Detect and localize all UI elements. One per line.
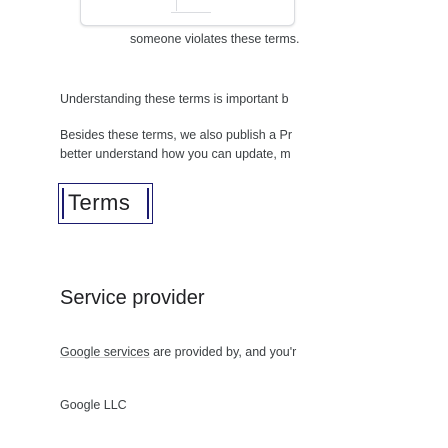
top-card-fragment (80, 0, 295, 26)
card-divider (176, 0, 177, 11)
terms-heading: Terms (68, 190, 131, 215)
box-left-bar (62, 188, 64, 219)
box-right-bar (147, 188, 149, 219)
company-name: Google LLC (60, 398, 127, 412)
besides-line-2: better understand how you can update, m (60, 147, 291, 161)
service-provider-paragraph: Google services are provided by, and you… (60, 345, 296, 359)
service-provider-rest: are provided by, and you'r (149, 345, 297, 359)
intro-fragment: someone violates these terms. (130, 32, 300, 46)
besides-paragraph: Besides these terms, we also publish a P… (60, 126, 292, 164)
understanding-paragraph: Understanding these terms is important b (60, 92, 289, 106)
service-provider-heading: Service provider (60, 287, 205, 309)
terms-heading-box: Terms (58, 183, 153, 224)
google-services-link[interactable]: Google services (60, 345, 150, 359)
besides-line-1: Besides these terms, we also publish a P… (60, 128, 293, 142)
